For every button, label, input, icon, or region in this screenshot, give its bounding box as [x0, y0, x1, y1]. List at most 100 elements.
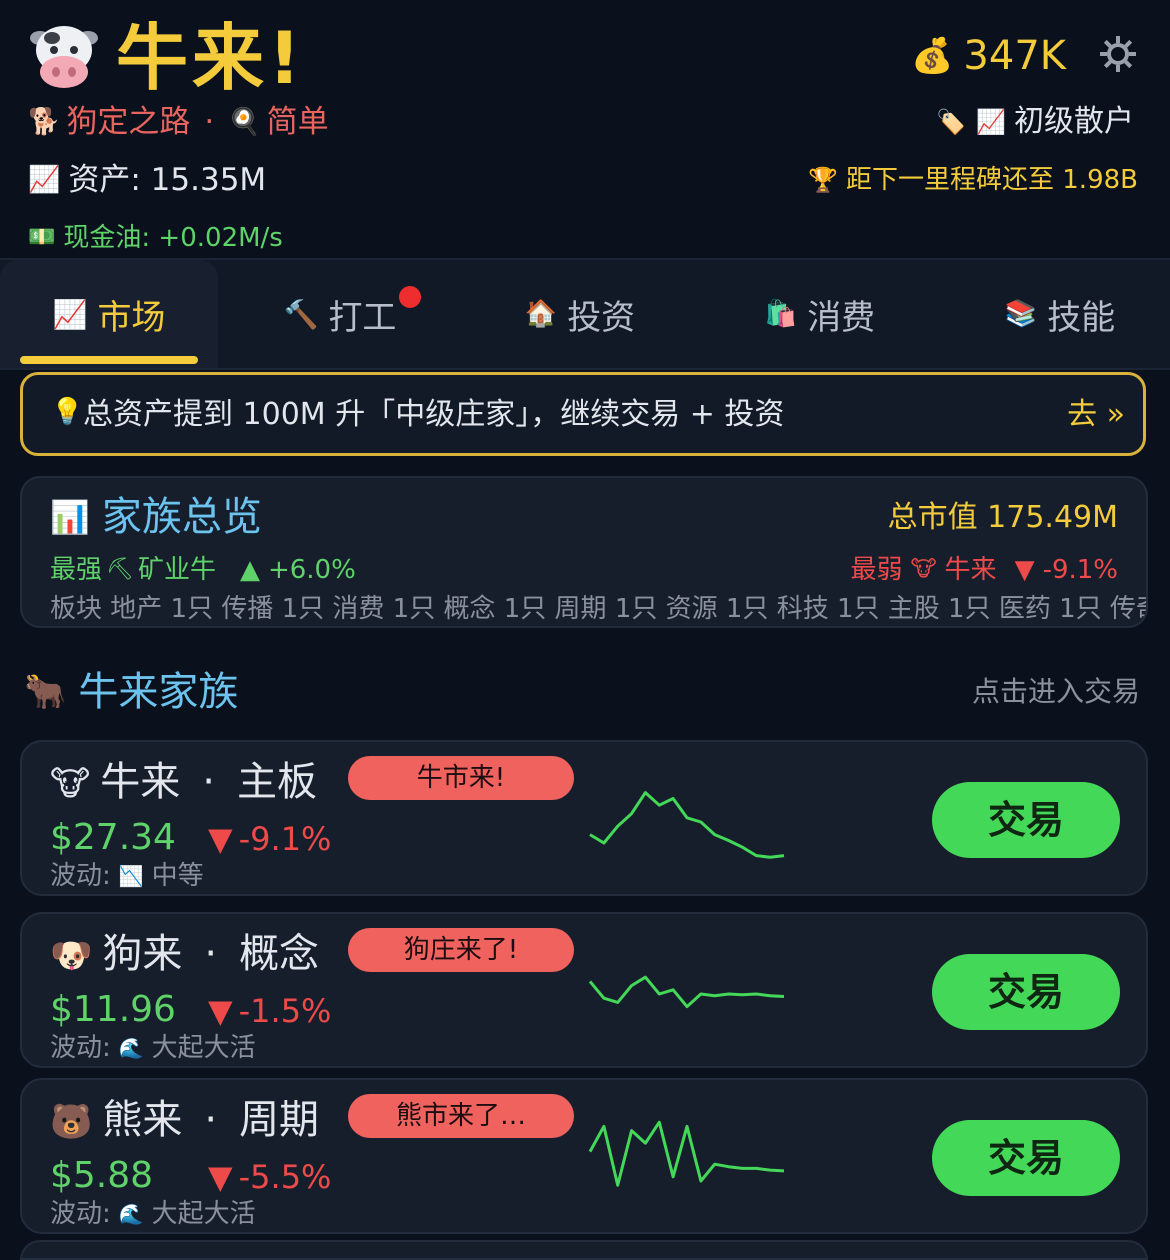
stock-name: 🐮 牛来 · 主板: [50, 759, 317, 805]
stock-tag: 熊市来了…: [348, 1094, 574, 1138]
triangle-up-icon: ▲: [239, 555, 260, 585]
rank-badge: 🏷️ 📈 初级散户: [936, 100, 1134, 144]
stock-sparkline: [589, 791, 785, 859]
house-icon: 🏠: [524, 299, 558, 329]
active-tab-indicator: [20, 356, 198, 364]
dog-icon: 🐕: [28, 107, 61, 137]
weakest-label: 最弱: [850, 555, 903, 585]
chart-up-icon: 📈: [52, 297, 88, 331]
weakest-name: 牛来: [944, 555, 997, 585]
strongest-name: 矿业牛: [137, 555, 216, 585]
rank-label: 初级散户: [1014, 104, 1134, 139]
wave-icon: 🌊: [118, 1202, 144, 1226]
sector-list: 板块 地产 1只 传播 1只 消费 1只 概念 1只 周期 1只 资源 1只 科…: [50, 594, 1148, 624]
family-title-text: 牛来家族: [78, 669, 239, 715]
stock-sparkline: [588, 1120, 785, 1187]
app-title: 牛来!: [116, 16, 305, 100]
stock-tag: 牛市来!: [348, 756, 574, 800]
stock-card[interactable]: 🐶 狗来 · 概念 狗庄来了! $11.96 ▼ -1.5% 波动: 🌊 大起大活 交易: [20, 912, 1148, 1068]
cow-face-icon: 🐮: [910, 557, 937, 582]
cashflow-line: 💵 现金油: +0.02M/s: [28, 218, 283, 258]
tab-skills[interactable]: 📚 技能: [960, 260, 1160, 368]
tab-market[interactable]: 📈 市场: [0, 260, 218, 368]
strongest-label: 最强: [50, 555, 103, 585]
tab-consume[interactable]: 🛍️ 消费: [720, 260, 920, 368]
triangle-down-icon: ▼: [208, 992, 233, 1030]
tab-label: 技能: [1047, 297, 1116, 338]
strongest-stock: 最强 ⛏ 矿业牛 ▲ +6.0%: [50, 550, 356, 590]
notification-dot: [399, 286, 421, 308]
next-stock-card-edge: [20, 1240, 1148, 1260]
wave-icon: 🌊: [118, 1036, 144, 1060]
shopping-bags-icon: 🛍️: [764, 299, 798, 329]
hammer-icon: 🔨: [283, 297, 319, 331]
total-market-value: 总市值 175.49M: [887, 500, 1118, 535]
weakest-stock: 最弱 🐮 牛来 ▼ -9.1%: [850, 550, 1118, 590]
tab-invest[interactable]: 🏠 投资: [480, 260, 680, 368]
dog-face-icon: 🐶: [50, 936, 93, 976]
stock-change: ▼ -5.5%: [208, 1154, 331, 1200]
tab-label: 打工: [328, 297, 397, 338]
stock-volatility: 波动: 🌊 大起大活: [50, 1030, 256, 1066]
trade-button[interactable]: 交易: [932, 954, 1120, 1030]
cow-logo-icon: [30, 26, 98, 88]
stock-name: 🐶 狗来 · 概念: [50, 931, 320, 977]
family-hint: 点击进入交易: [971, 675, 1140, 708]
tab-bar: 📈 市场 🔨 打工 🏠 投资 🛍️ 消费 📚 技能: [0, 258, 1170, 370]
overview-title-text: 家族总览: [101, 494, 262, 540]
triangle-down-icon: ▼: [208, 1158, 233, 1196]
route-name: 狗定之路: [66, 104, 191, 140]
assets-value: 资产: 15.35M: [68, 162, 267, 198]
stock-tag: 狗庄来了!: [348, 928, 574, 972]
tab-label: 市场: [97, 297, 166, 338]
money-bag-icon: 💰: [911, 36, 954, 76]
stock-change: ▼ -9.1%: [208, 816, 331, 862]
lightbulb-icon: 💡: [51, 397, 84, 427]
separator: ·: [204, 104, 215, 140]
stock-card[interactable]: 🐻 熊来 · 周期 熊市来了… $5.88 ▼ -5.5% 波动: 🌊 大起大活 交易: [20, 1078, 1148, 1234]
triangle-down-icon: ▼: [208, 820, 233, 858]
family-section-title: 🐂 牛来家族: [24, 664, 238, 720]
money-icon: 💵: [28, 225, 56, 250]
tip-banner[interactable]: 💡 总资产提到 100M 升「中级庄家」，继续交易 + 投资 去 »: [20, 372, 1146, 456]
stock-volatility: 波动: 📉 中等: [50, 858, 204, 894]
triangle-down-icon: ▼: [1014, 555, 1035, 585]
stock-price: $27.34: [50, 817, 176, 858]
stock-price: $11.96: [50, 989, 176, 1030]
cow-face-icon: 🐮: [50, 764, 91, 804]
tab-label: 消费: [807, 297, 876, 338]
stock-volatility: 波动: 🌊 大起大活: [50, 1196, 256, 1232]
stock-card[interactable]: 🐮 牛来 · 主板 牛市来! $27.34 ▼ -9.1% 波动: 📉 中等 交易: [20, 740, 1148, 896]
tip-text: 总资产提到 100M 升「中级庄家」，继续交易 + 投资: [83, 397, 785, 432]
egg-icon: 🍳: [228, 107, 261, 137]
tip-go-link[interactable]: 去 »: [1067, 393, 1125, 437]
cashflow-value: 现金油: +0.02M/s: [63, 223, 283, 253]
trophy-icon: 🏆: [808, 166, 838, 194]
milestone-info: 🏆 距下一里程碑还至 1.98B: [808, 160, 1138, 200]
trade-button[interactable]: 交易: [932, 1120, 1120, 1196]
milestone-text: 距下一里程碑还至 1.98B: [846, 165, 1138, 195]
ox-icon: 🐂: [24, 672, 67, 712]
trade-button[interactable]: 交易: [932, 782, 1120, 858]
pickaxe-icon: ⛏: [106, 557, 134, 582]
stock-change: ▼ -1.5%: [208, 988, 331, 1034]
assets-line: 📈 资产: 15.35M: [28, 158, 266, 202]
bar-chart-icon: 📊: [50, 498, 90, 536]
chart-icon: 📉: [118, 864, 144, 888]
difficulty: 简单: [266, 104, 329, 140]
books-icon: 📚: [1004, 299, 1038, 329]
stock-price: $5.88: [50, 1155, 154, 1196]
weakest-change: -9.1%: [1042, 555, 1118, 585]
header: 牛来! 🐕 狗定之路 · 🍳 简单 📈 资产: 15.35M 💵 现金油: +0…: [0, 0, 1170, 258]
bear-face-icon: 🐻: [50, 1102, 93, 1142]
chart-up-icon: 📈: [28, 165, 61, 195]
tag-icon: 🏷️: [936, 108, 967, 136]
route-info: 🐕 狗定之路 · 🍳 简单: [28, 100, 329, 144]
stock-sparkline: [588, 975, 785, 1009]
tab-work[interactable]: 🔨 打工: [240, 260, 440, 368]
coins-display: 💰 347K: [911, 28, 1066, 84]
gear-icon[interactable]: [1096, 32, 1140, 76]
coins-value: 347K: [963, 33, 1066, 79]
stock-name: 🐻 熊来 · 周期: [50, 1097, 320, 1143]
strongest-change: +6.0%: [267, 555, 356, 585]
